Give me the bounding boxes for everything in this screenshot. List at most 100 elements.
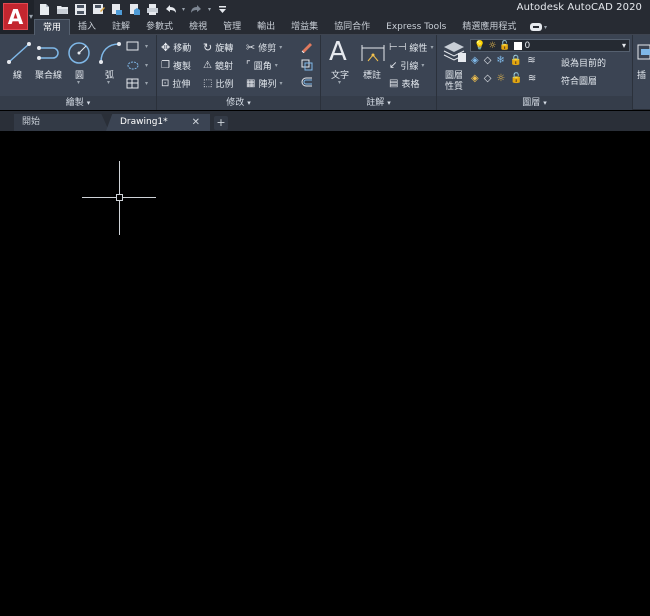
array-button[interactable]: ▦ 陣列 ▾: [246, 77, 282, 90]
ribbon-tab-bar: 常用 插入 註解 參數式 檢視 管理 輸出 增益集 協同合作 Express T…: [0, 19, 650, 35]
print-icon[interactable]: [146, 3, 159, 16]
trim-button[interactable]: ✂ 修剪 ▾: [246, 41, 282, 54]
rectangle-icon[interactable]: [126, 41, 140, 52]
modify-panel-title[interactable]: 修改 ▾: [157, 96, 320, 110]
new-file-icon[interactable]: [38, 3, 51, 16]
insert-block-icon[interactable]: [636, 43, 650, 63]
arc-icon[interactable]: [97, 40, 123, 66]
modify-panel-title-text: 修改: [226, 98, 245, 108]
rotate-button[interactable]: ↻ 旋轉: [203, 41, 233, 54]
tab-annotate[interactable]: 註解: [104, 19, 138, 35]
layer-isolate-icon[interactable]: ◇: [484, 55, 492, 66]
undo-dropdown-icon[interactable]: ▾: [182, 6, 185, 13]
tab-start[interactable]: 開始: [14, 114, 109, 131]
mirror-button[interactable]: ⚠ 鏡射: [203, 59, 233, 72]
match-layer-label[interactable]: 符合圖層: [561, 74, 597, 87]
insert-label[interactable]: 插: [637, 68, 646, 81]
ribbon-state-toggle[interactable]: ▾: [530, 22, 552, 32]
draw-panel-title[interactable]: 繪製 ▾: [0, 96, 156, 110]
drawing-canvas[interactable]: [0, 131, 650, 616]
hatch-icon[interactable]: [126, 60, 140, 71]
cloud-open-icon[interactable]: [110, 3, 123, 16]
dimension-icon[interactable]: [360, 41, 386, 67]
new-tab-button[interactable]: +: [214, 116, 228, 130]
tab-parametric[interactable]: 參數式: [138, 19, 181, 35]
close-tab-icon[interactable]: ✕: [192, 114, 200, 131]
insert-panel: 插: [633, 35, 650, 110]
redo-icon[interactable]: [190, 3, 203, 16]
make-current-icon[interactable]: ≋: [527, 55, 535, 66]
explode-icon[interactable]: [300, 58, 314, 71]
gradient-icon[interactable]: [126, 78, 140, 89]
polyline-label[interactable]: 聚合線: [35, 68, 62, 81]
layer-properties-label-2[interactable]: 性質: [445, 79, 463, 92]
tab-output[interactable]: 輸出: [249, 19, 283, 35]
undo-icon[interactable]: [164, 3, 177, 16]
tab-home[interactable]: 常用: [34, 19, 71, 35]
rotate-icon: ↻: [203, 41, 213, 54]
layer-thaw-all-icon[interactable]: ☼: [496, 73, 505, 84]
layer-properties-icon[interactable]: [442, 39, 468, 65]
circle-dropdown-icon[interactable]: ▾: [77, 79, 80, 86]
stretch-label: 拉伸: [172, 80, 191, 90]
customize-qat-icon[interactable]: [216, 3, 229, 16]
move-label: 移動: [173, 44, 192, 54]
tab-addins[interactable]: 增益集: [283, 19, 326, 35]
text-dropdown-icon[interactable]: ▾: [338, 79, 341, 86]
save-as-icon[interactable]: [92, 3, 105, 16]
polyline-icon[interactable]: [36, 40, 64, 66]
layer-on-all-icon[interactable]: ◈: [471, 73, 479, 84]
fillet-button[interactable]: ⌜ 圓角 ▾: [246, 59, 278, 72]
title-bar: ▾ ▾ Autodesk AutoCAD 2020: [0, 0, 650, 19]
redo-dropdown-icon[interactable]: ▾: [208, 6, 211, 13]
layer-lock-icon[interactable]: 🔒: [510, 55, 522, 66]
rectangle-dropdown-icon[interactable]: ▾: [145, 43, 148, 50]
match-layer-icon[interactable]: ≋: [528, 73, 536, 84]
gradient-dropdown-icon[interactable]: ▾: [145, 80, 148, 87]
tab-manage[interactable]: 管理: [215, 19, 249, 35]
open-folder-icon[interactable]: [56, 3, 69, 16]
scale-button[interactable]: ⬚ 比例: [203, 77, 233, 90]
fillet-dropdown-icon: ▾: [274, 62, 278, 69]
layers-panel-title[interactable]: 圖層 ▾: [437, 96, 632, 110]
line-icon[interactable]: [6, 40, 32, 66]
trim-label: 修剪: [258, 44, 277, 54]
move-button[interactable]: ✥ 移動: [161, 41, 191, 54]
copy-button[interactable]: ❐ 複製: [161, 59, 191, 72]
set-current-label[interactable]: 設為目前的: [561, 56, 606, 69]
layer-unlock-icon: 🔓: [499, 40, 511, 51]
cloud-save-icon[interactable]: [128, 3, 141, 16]
annotation-panel-title[interactable]: 註解 ▾: [321, 96, 436, 110]
offset-icon[interactable]: [300, 76, 314, 89]
tab-collaborate[interactable]: 協同合作: [326, 19, 378, 35]
tab-express-tools[interactable]: Express Tools: [378, 19, 454, 35]
hatch-dropdown-icon[interactable]: ▾: [145, 62, 148, 69]
circle-icon[interactable]: [66, 40, 92, 66]
stretch-button[interactable]: ⊡ 拉伸: [161, 77, 190, 90]
tab-featured-apps[interactable]: 精選應用程式: [454, 19, 524, 35]
layer-off-icon[interactable]: ◈: [471, 55, 479, 66]
tab-drawing1[interactable]: Drawing1* ✕: [106, 114, 210, 131]
layer-freeze-icon[interactable]: ❄: [496, 55, 504, 66]
leader-icon: ↙: [389, 60, 398, 71]
trim-dropdown-icon: ▾: [279, 44, 283, 51]
erase-icon[interactable]: [300, 40, 314, 53]
leader-button[interactable]: ↙ 引線 ▾: [389, 59, 424, 72]
application-menu-button[interactable]: A ▾: [0, 0, 34, 34]
layer-dropdown[interactable]: 💡 ☼ 🔓 0 ▾: [470, 39, 630, 52]
layers-panel: 圖層 性質 💡 ☼ 🔓 0 ▾ ◈ ◇ ❄ 🔒 ≋ 設為目前的 ◈ ◇ ☼ 🔓 …: [437, 35, 633, 110]
tab-insert[interactable]: 插入: [70, 19, 104, 35]
tab-view[interactable]: 檢視: [181, 19, 215, 35]
save-icon[interactable]: [74, 3, 87, 16]
layer-unlock-all-icon[interactable]: 🔓: [510, 73, 522, 84]
linear-dimension-button[interactable]: ⊢⊣ 線性 ▾: [389, 41, 433, 54]
text-icon[interactable]: A: [329, 37, 347, 67]
tab-start-label: 開始: [22, 117, 41, 127]
dimension-label[interactable]: 標註: [363, 68, 381, 81]
table-button[interactable]: ▤ 表格: [389, 77, 419, 90]
app-title: Autodesk AutoCAD 2020: [516, 2, 642, 13]
line-label[interactable]: 線: [13, 68, 22, 81]
layer-unisolate-icon[interactable]: ◇: [484, 73, 492, 84]
arc-dropdown-icon[interactable]: ▾: [107, 79, 110, 86]
layer-tools-row-2: ◈ ◇ ☼ 🔓 ≋: [471, 73, 536, 84]
